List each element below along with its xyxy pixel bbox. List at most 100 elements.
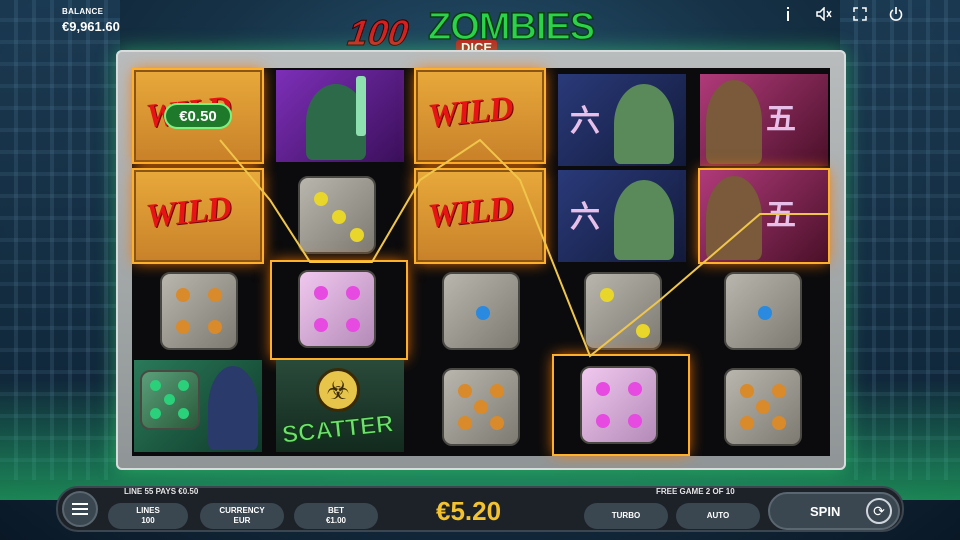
reel-3-row-1-wild: WILD	[416, 70, 544, 162]
die-pip	[346, 318, 360, 332]
balance-panel: BALANCE €9,961.60	[62, 7, 120, 34]
menu-button[interactable]	[62, 491, 98, 527]
die-pip	[772, 384, 786, 398]
fullscreen-icon[interactable]	[852, 6, 868, 22]
logo-word: ZOMBIES	[427, 5, 596, 49]
reel-2-row-3-die-pink	[298, 270, 376, 348]
logo-number: 100	[345, 12, 412, 54]
info-icon[interactable]	[780, 6, 796, 22]
reel-3-row-2-wild: WILD	[416, 170, 544, 262]
currency-selector[interactable]: CURRENCY EUR	[200, 503, 284, 529]
reel-2-row-1-zombie-nurse	[276, 70, 404, 162]
reel-1-row-4-zombie-cop	[134, 360, 262, 452]
die-pip	[332, 210, 346, 224]
kanji-six-icon: 六	[570, 104, 600, 139]
kanji-five-icon: 五	[766, 198, 796, 233]
lines-value: 100	[141, 516, 155, 525]
total-bet-display: €5.20	[436, 496, 502, 526]
biohazard-icon: ☣	[316, 368, 360, 412]
refresh-icon: ⟳	[866, 498, 892, 524]
die-pip	[740, 416, 754, 430]
win-amount-badge: €0.50	[164, 103, 232, 129]
reel-4-row-1-zombie-blue: 六	[558, 74, 686, 166]
reel-3-row-3-die-blue	[442, 272, 520, 350]
die-pip	[178, 380, 189, 391]
reel-3-row-4-die-orange	[442, 368, 520, 446]
die-pip	[596, 414, 610, 428]
bet-selector[interactable]: BET €1.00	[294, 503, 378, 529]
die-pip	[636, 324, 650, 338]
kanji-five-icon: 五	[766, 102, 796, 137]
die-pip	[314, 192, 328, 206]
die-pip	[176, 320, 190, 334]
kanji-six-icon: 六	[570, 200, 600, 235]
die-pip	[740, 384, 754, 398]
die-pip	[758, 306, 772, 320]
die-pip	[596, 382, 610, 396]
currency-value: EUR	[233, 516, 251, 525]
die-pip	[346, 286, 360, 300]
reel-5-row-2-zombie-pink: 五	[700, 170, 828, 262]
zombie-cap-face	[614, 180, 674, 260]
bet-value: €1.00	[325, 516, 347, 525]
die-pip	[458, 384, 472, 398]
reel-5-row-1-zombie-pink: 五	[700, 74, 828, 166]
reel-4-row-4-die-pink	[580, 366, 658, 444]
zombie-cop-figure	[208, 366, 258, 450]
auto-label: AUTO	[706, 511, 730, 520]
die-pip	[178, 408, 189, 419]
die-pip	[772, 416, 786, 430]
die-pip	[628, 414, 642, 428]
die-pip	[600, 288, 614, 302]
spin-button[interactable]: SPIN ⟳	[768, 492, 900, 530]
die-pip	[458, 416, 472, 430]
wild-label: WILD	[426, 189, 515, 236]
lines-label: LINES	[136, 506, 160, 515]
spin-label: SPIN	[810, 504, 841, 519]
green-die	[140, 370, 200, 430]
reel-2-row-2-die-yellow	[298, 176, 376, 254]
die-pip	[474, 400, 488, 414]
die-pip	[176, 288, 190, 302]
die-pip	[628, 382, 642, 396]
reel-1-row-3-die-orange	[160, 272, 238, 350]
zombie-woman-face	[706, 80, 762, 164]
balance-label: BALANCE	[62, 7, 104, 16]
sound-icon[interactable]	[816, 6, 832, 22]
auto-toggle[interactable]: AUTO	[676, 503, 760, 529]
reel-2-row-4-scatter: ☣ SCATTER	[276, 360, 404, 452]
turbo-toggle[interactable]: TURBO	[584, 503, 668, 529]
die-pip	[208, 288, 222, 302]
game-logo: 100 ZOMBIES DICE	[345, 4, 618, 56]
top-icon-bar	[780, 6, 904, 22]
zombie-woman-face	[706, 176, 762, 260]
die-pip	[314, 318, 328, 332]
die-pip	[476, 306, 490, 320]
die-pip	[208, 320, 222, 334]
wild-label: WILD	[144, 189, 233, 236]
reel-4-row-2-zombie-blue: 六	[558, 170, 686, 262]
reel-5-row-3-die-blue	[724, 272, 802, 350]
lines-selector[interactable]: LINES 100	[108, 503, 188, 529]
syringe-icon	[356, 76, 366, 136]
power-icon[interactable]	[888, 6, 904, 22]
balance-value: €9,961.60	[62, 19, 120, 34]
reel-4-row-3-die-yellow	[584, 272, 662, 350]
reel-1-row-2-wild: WILD	[134, 170, 262, 262]
turbo-label: TURBO	[611, 511, 641, 520]
die-pip	[164, 394, 175, 405]
reel-5-row-4-die-orange	[724, 368, 802, 446]
die-pip	[314, 286, 328, 300]
zombie-cap-face	[614, 84, 674, 164]
die-pip	[150, 408, 161, 419]
die-pip	[490, 384, 504, 398]
free-game-text: FREE GAME 2 OF 10	[656, 487, 735, 496]
die-pip	[150, 380, 161, 391]
currency-label: CURRENCY	[219, 506, 265, 515]
line-pays-text: LINE 55 PAYS €0.50	[124, 487, 199, 496]
wild-label: WILD	[426, 89, 515, 136]
bet-label: BET	[328, 506, 344, 515]
die-pip	[350, 228, 364, 242]
die-pip	[756, 400, 770, 414]
hamburger-icon	[72, 503, 88, 505]
